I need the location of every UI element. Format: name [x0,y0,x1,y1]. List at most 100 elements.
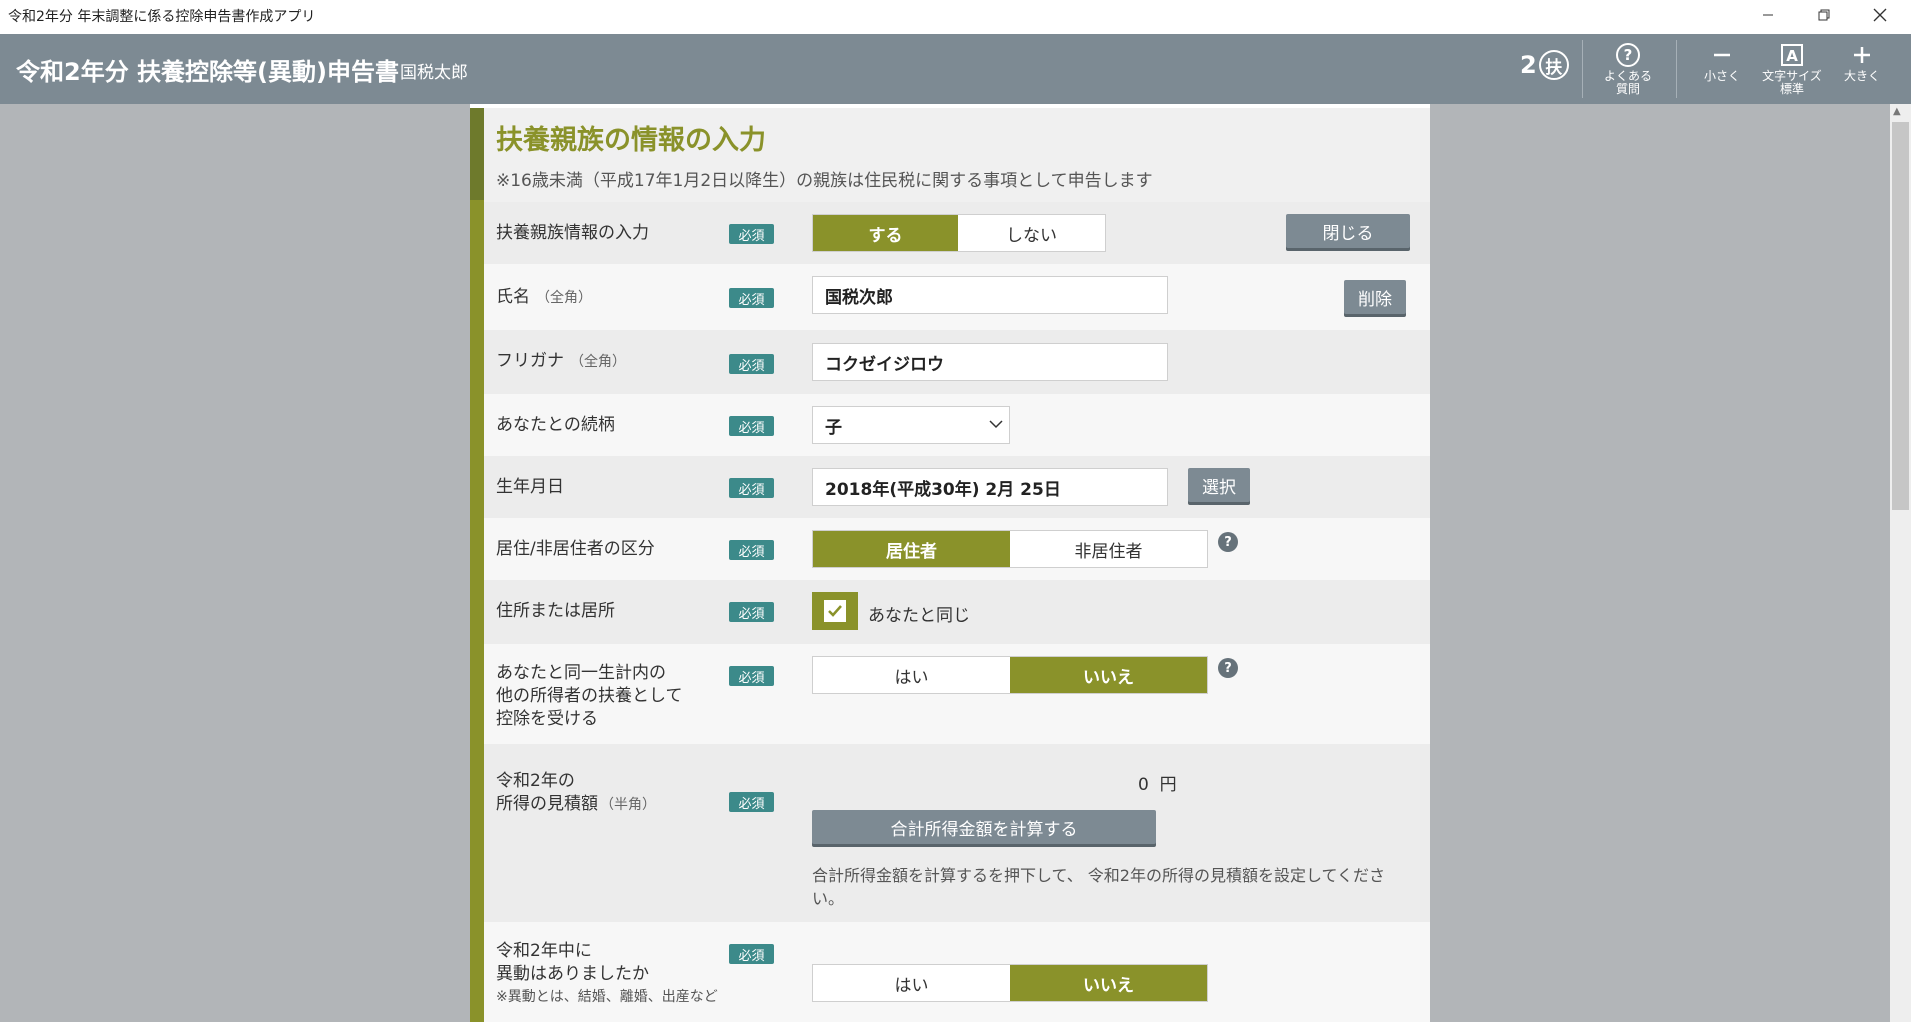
row-kana: フリガナ （全角） 必須 コクゼイジロウ [484,330,1430,394]
row-relation: あなたとの続柄 必須 子 [484,394,1430,456]
restore-button[interactable] [1796,0,1852,30]
name-label: 氏名 [496,287,530,307]
form-badge: 2 扶 [1520,50,1569,80]
required-badge: 必須 [729,792,774,812]
name-hint: （全角） [536,290,592,306]
font-larger-button[interactable]: 大きく [1826,40,1898,100]
window-titlebar: 令和2年分 年末調整に係る控除申告書作成アプリ [0,0,1911,34]
residency-toggle: 居住者 非居住者 [812,530,1208,568]
same-address-label: あなたと同じ [868,606,970,626]
input-toggle: する しない [812,214,1106,252]
row-label: あなたとの続柄 [496,415,615,435]
svg-text:?: ? [1624,46,1633,64]
change-note: ※異動とは、結婚、離婚、出産など [496,989,718,1005]
larger-label: 大きく [1843,69,1880,83]
residency-yes-option[interactable]: 居住者 [813,531,1010,567]
input-yes-option[interactable]: する [813,215,958,251]
font-size-button[interactable]: A 文字サイズ 標準 [1756,40,1828,100]
minimize-button[interactable] [1740,0,1796,30]
scroll-up-arrow-icon[interactable]: ▲ [1893,106,1901,117]
row-label: あなたと同一生計内の 他の所得者の扶養として 控除を受ける [496,662,683,731]
required-badge: 必須 [729,416,774,436]
user-name: 国税太郎 [400,63,468,83]
calc-note: 合計所得金額を計算するを押下して、 令和2年の所得の見積額を設定してください。 [812,866,1386,908]
kana-input[interactable]: コクゼイジロウ [812,343,1168,381]
help-icon[interactable]: ? [1218,532,1238,552]
birth-select-button[interactable]: 選択 [1188,468,1250,502]
section-stripe-top [470,108,484,200]
required-badge: 必須 [729,666,774,686]
plus-icon [1854,47,1870,63]
kana-label: フリガナ [496,351,564,371]
row-label: 生年月日 [496,477,564,497]
change-yes-option[interactable]: はい [813,965,1010,1001]
input-no-option[interactable]: しない [958,215,1105,251]
help-icon[interactable]: ? [1218,658,1238,678]
row-birth: 生年月日 必須 2018年(平成30年) 2月 25日 選択 [484,456,1430,518]
relation-select[interactable]: 子 [812,406,1010,444]
faq-button[interactable]: ? よくある 質問 [1592,40,1664,100]
other-dependent-toggle: はい いいえ [812,656,1208,694]
section-stripe [470,108,484,1022]
row-change: 令和2年中に 異動はありましたか ※異動とは、結婚、離婚、出産など 必須 はい … [484,922,1430,1022]
faq-label-2: 質問 [1615,82,1640,96]
scrollbar-thumb[interactable] [1892,122,1909,510]
font-smaller-button[interactable]: 小さく [1686,40,1758,100]
section-title: 扶養親族の情報の入力 [496,125,766,156]
row-label: 居住/非居住者の区分 [496,539,655,559]
change-toggle: はい いいえ [812,964,1208,1002]
svg-text:A: A [1786,47,1798,65]
form-badge-number: 2 [1520,51,1537,79]
row-residency: 居住/非居住者の区分 必須 居住者 非居住者 ? [484,518,1430,580]
close-icon [1873,8,1887,22]
check-icon [828,605,842,617]
other-dependent-no-option[interactable]: いいえ [1010,657,1207,693]
row-label: 氏名 （全角） [496,286,592,310]
window-title: 令和2年分 年末調整に係る控除申告書作成アプリ [8,9,316,25]
other-dependent-yes-option[interactable]: はい [813,657,1010,693]
change-no-option[interactable]: いいえ [1010,965,1207,1001]
required-badge: 必須 [729,540,774,560]
row-label: 扶養親族情報の入力 [496,223,649,243]
header-divider [1582,40,1583,98]
birth-input[interactable]: 2018年(平成30年) 2月 25日 [812,468,1168,506]
kana-hint: （全角） [570,354,626,370]
required-badge: 必須 [729,354,774,374]
chevron-down-icon [989,420,1003,429]
smaller-label: 小さく [1703,69,1740,83]
other-dependent-label-3: 控除を受ける [496,709,598,729]
same-address-checkbox[interactable] [812,592,858,630]
residency-no-option[interactable]: 非居住者 [1010,531,1207,567]
other-dependent-label-2: 他の所得者の扶養として [496,686,683,706]
row-input: 扶養親族情報の入力 必須 する しない 閉じる [484,202,1430,264]
close-section-button[interactable]: 閉じる [1286,214,1410,248]
form-badge-char: 扶 [1538,50,1569,80]
delete-button[interactable]: 削除 [1344,280,1406,314]
income-amount: 0 円 [1138,770,1177,795]
close-window-button[interactable] [1852,0,1908,30]
required-badge: 必須 [729,288,774,308]
income-hint: （半角） [600,797,656,813]
name-input[interactable]: 国税次郎 [812,276,1168,314]
income-unit: 円 [1159,775,1177,795]
row-label: フリガナ （全角） [496,350,626,374]
calc-income-button[interactable]: 合計所得金額を計算する [812,810,1156,844]
required-badge: 必須 [729,224,774,244]
income-amount-value: 0 [1138,775,1149,795]
row-name: 氏名 （全角） 必須 国税次郎 削除 [484,264,1430,330]
row-income: 令和2年の 所得の見積額 （半角） 必須 0 円 合計所得金額を計算する 合計所得… [484,744,1430,922]
change-label-1: 令和2年中に [496,941,592,961]
section-note: ※16歳未満（平成17年1月2日以降生）の親族は住民税に関する事項として申告しま… [496,171,1153,191]
row-label: 令和2年の 所得の見積額 （半角） [496,770,656,817]
row-label: 住所または居所 [496,601,615,621]
required-badge: 必須 [729,602,774,622]
font-size-label-2: 標準 [1779,82,1804,96]
income-label-1: 令和2年の [496,771,575,791]
row-other-dependent: あなたと同一生計内の 他の所得者の扶養として 控除を受ける 必須 はい いいえ … [484,644,1430,744]
required-badge: 必須 [729,944,774,964]
income-label-2: 所得の見積額 [496,794,598,814]
required-badge: 必須 [729,478,774,498]
header-divider [1676,40,1677,98]
change-label-2: 異動はありましたか [496,964,649,984]
row-label: 令和2年中に 異動はありましたか ※異動とは、結婚、離婚、出産など [496,940,718,1009]
